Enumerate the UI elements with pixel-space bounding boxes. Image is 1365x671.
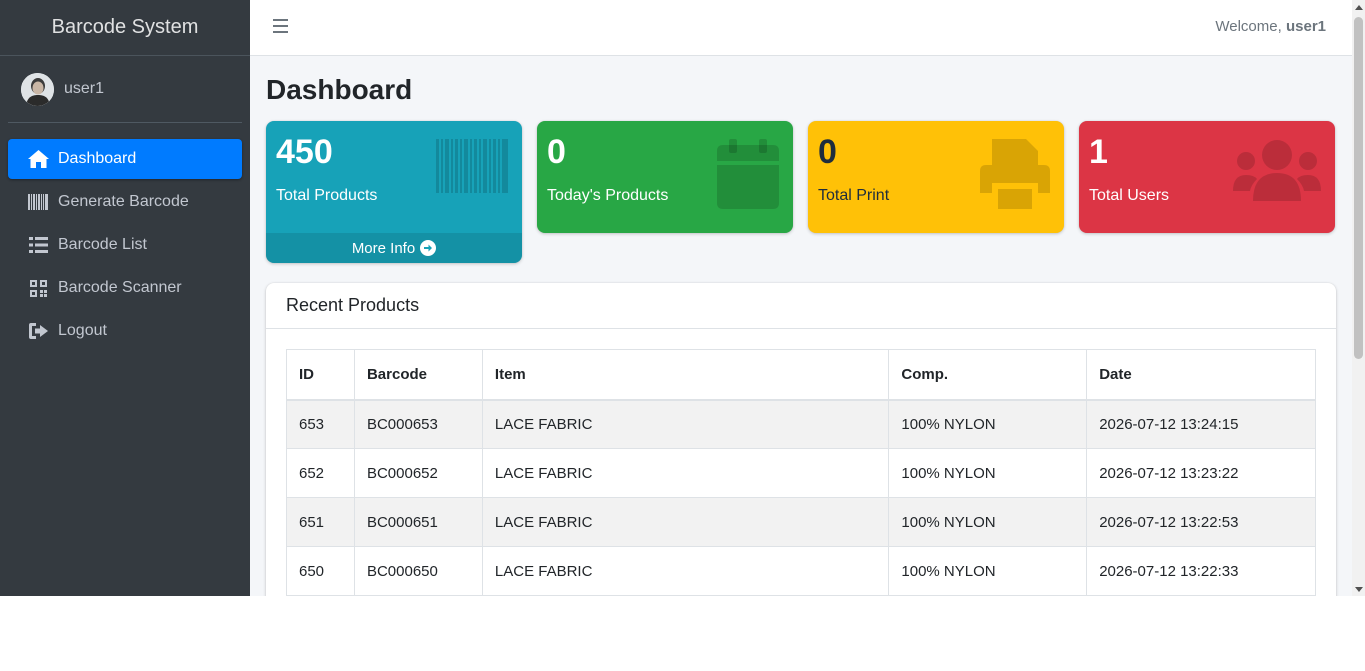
sidebar-item-label: Generate Barcode — [58, 193, 189, 210]
stat-box-total-users: 1 Total Users — [1079, 121, 1335, 233]
brand-text: Barcode System — [51, 16, 199, 38]
app-viewport: Barcode System user1 Dashboard Generate … — [0, 0, 1365, 596]
cell-comp: 100% NYLON — [888, 546, 1088, 596]
qrcode-icon — [27, 278, 49, 298]
stat-value: 0 — [818, 133, 837, 171]
cell-id: 651 — [286, 497, 355, 547]
stat-value: 0 — [547, 133, 566, 171]
top-navbar: Welcome, user1 — [250, 0, 1352, 56]
stat-value: 450 — [276, 133, 333, 171]
cell-date: 2026-07-12 13:24:15 — [1086, 399, 1316, 449]
column-header-item: Item — [481, 349, 890, 401]
home-icon — [27, 149, 49, 169]
column-header-id: ID — [286, 349, 355, 401]
list-icon — [27, 235, 49, 255]
sidebar-item-label: Barcode List — [58, 236, 147, 253]
recent-products-card: Recent Products ID Barcode Item Comp. Da… — [266, 283, 1336, 596]
stat-value: 1 — [1089, 133, 1108, 171]
sign-out-icon — [27, 321, 49, 341]
table-row: 650 BC000650 LACE FABRIC 100% NYLON 2026… — [286, 546, 1316, 596]
scroll-up-arrow-icon[interactable] — [1355, 5, 1363, 10]
barcode-icon — [27, 192, 49, 212]
cell-barcode: BC000653 — [353, 399, 483, 449]
more-info-link[interactable]: More Info — [266, 233, 522, 263]
sidebar-item-barcode-list[interactable]: Barcode List — [8, 225, 242, 265]
brand-link[interactable]: Barcode System — [0, 0, 250, 56]
sidebar-nav: Dashboard Generate Barcode Barcode List … — [0, 123, 250, 351]
table-row: 651 BC000651 LACE FABRIC 100% NYLON 2026… — [286, 497, 1316, 547]
cell-item: LACE FABRIC — [481, 546, 890, 596]
cell-comp: 100% NYLON — [888, 399, 1088, 449]
cell-barcode: BC000650 — [353, 546, 483, 596]
avatar — [21, 72, 54, 106]
table-row: 653 BC000653 LACE FABRIC 100% NYLON 2026… — [286, 399, 1316, 449]
hamburger-menu-icon[interactable] — [273, 19, 289, 35]
print-icon — [980, 139, 1050, 214]
stat-box-total-products: 450 Total Products More Info — [266, 121, 522, 263]
column-header-barcode: Barcode — [353, 349, 483, 401]
stat-box-todays-products: 0 Today's Products — [537, 121, 793, 233]
table-header-row: ID Barcode Item Comp. Date — [286, 349, 1316, 401]
sidebar-item-logout[interactable]: Logout — [8, 311, 242, 351]
user-panel: user1 — [8, 56, 242, 123]
page-title: Dashboard — [266, 74, 413, 105]
stat-label: Today's Products — [547, 187, 669, 204]
cell-item: LACE FABRIC — [481, 448, 890, 498]
cell-item: LACE FABRIC — [481, 399, 890, 449]
more-info-label: More Info — [351, 239, 416, 257]
cell-comp: 100% NYLON — [888, 448, 1088, 498]
stat-box-total-print: 0 Total Print — [808, 121, 1064, 233]
column-header-comp: Comp. — [888, 349, 1088, 401]
scrollbar-thumb[interactable] — [1354, 17, 1363, 359]
cell-barcode: BC000652 — [353, 448, 483, 498]
cell-comp: 100% NYLON — [888, 497, 1088, 547]
scroll-down-arrow-icon[interactable] — [1355, 587, 1363, 592]
cell-id: 652 — [286, 448, 355, 498]
cell-date: 2026-07-12 13:22:53 — [1086, 497, 1316, 547]
cell-date: 2026-07-12 13:23:22 — [1086, 448, 1316, 498]
stat-label: Total Print — [818, 187, 890, 204]
cell-id: 653 — [286, 399, 355, 449]
table-row: 652 BC000652 LACE FABRIC 100% NYLON 2026… — [286, 448, 1316, 498]
sidebar-item-dashboard[interactable]: Dashboard — [8, 139, 242, 179]
stat-label: Total Products — [276, 187, 378, 204]
arrow-circle-right-icon — [420, 240, 437, 256]
sidebar: Barcode System user1 Dashboard Generate … — [0, 0, 250, 596]
barcode-icon — [436, 139, 508, 198]
stat-label: Total Users — [1089, 187, 1170, 204]
sidebar-item-barcode-scanner[interactable]: Barcode Scanner — [8, 268, 242, 308]
sidebar-item-label: Barcode Scanner — [58, 279, 182, 296]
cell-item: LACE FABRIC — [481, 497, 890, 547]
sidebar-item-label: Dashboard — [58, 150, 137, 167]
card-title: Recent Products — [266, 283, 1336, 329]
cell-id: 650 — [286, 546, 355, 596]
cell-barcode: BC000651 — [353, 497, 483, 547]
welcome-prefix: Welcome, — [1215, 18, 1282, 35]
column-header-date: Date — [1086, 349, 1316, 401]
welcome-username: user1 — [1285, 18, 1326, 35]
calendar-icon — [717, 139, 779, 214]
recent-products-table: ID Barcode Item Comp. Date 653 BC000653 … — [286, 349, 1316, 596]
page-scrollbar[interactable] — [1352, 0, 1365, 596]
main-content: Dashboard 450 Total Products More Info 0… — [250, 56, 1352, 596]
sidebar-item-generate-barcode[interactable]: Generate Barcode — [8, 182, 242, 222]
sidebar-item-label: Logout — [58, 322, 107, 339]
welcome-message: Welcome, user1 — [1215, 18, 1326, 35]
cell-date: 2026-07-12 13:22:33 — [1086, 546, 1316, 596]
users-icon — [1233, 139, 1321, 206]
sidebar-username[interactable]: user1 — [64, 80, 104, 98]
